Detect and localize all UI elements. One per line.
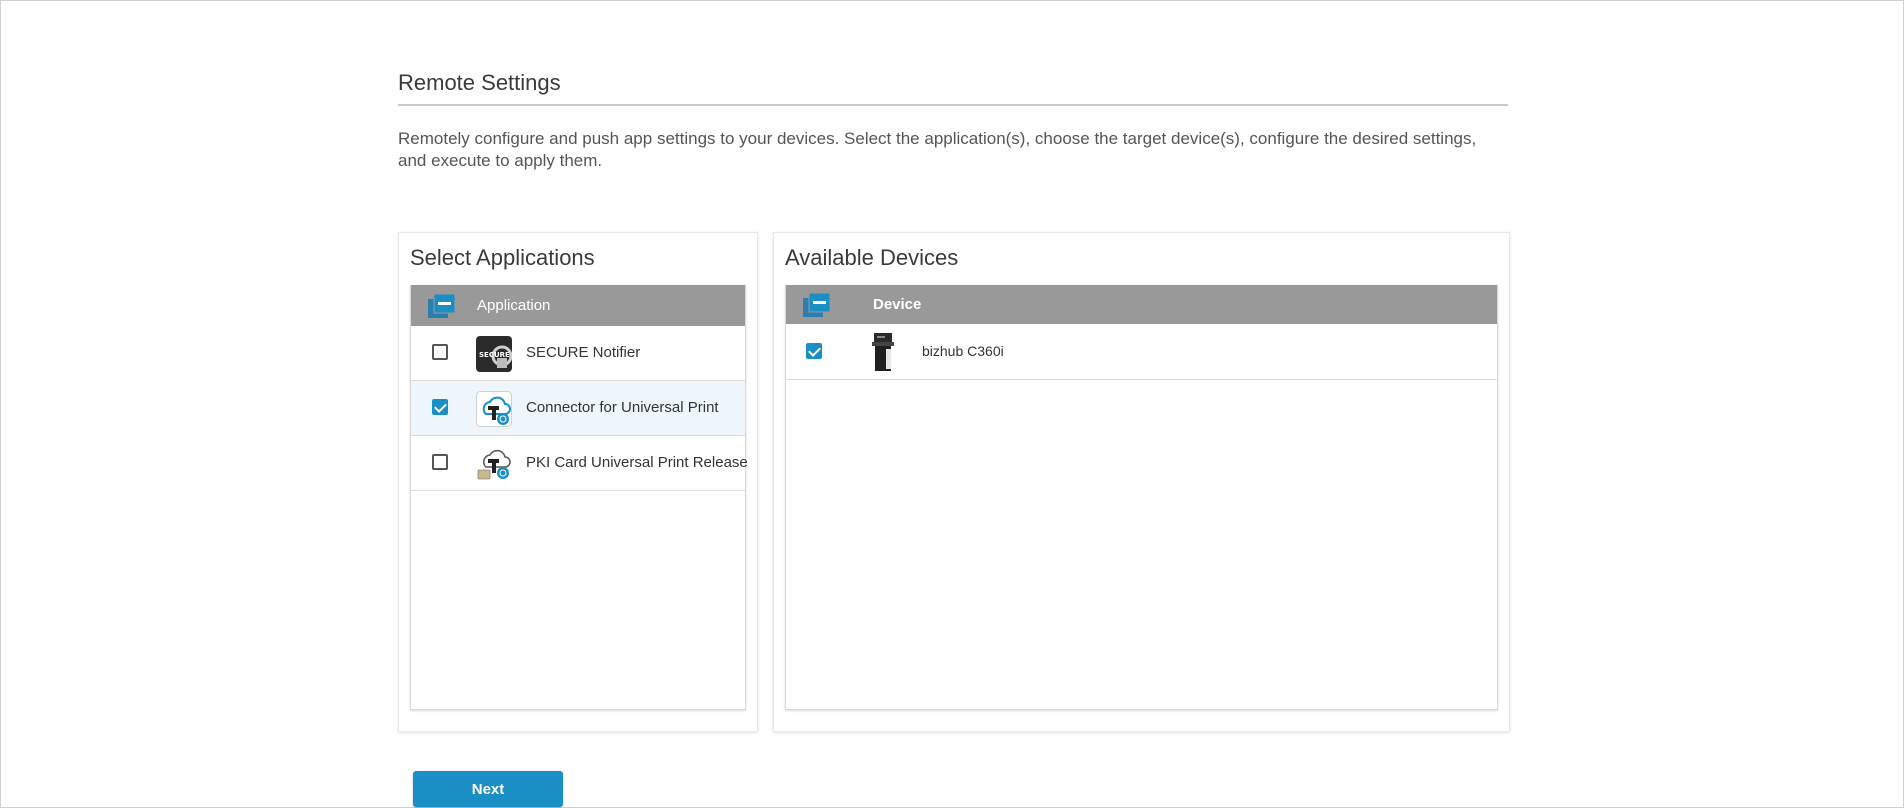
available-devices-title: Available Devices	[785, 245, 959, 270]
universal-print-connector-icon	[476, 391, 512, 427]
applications-table-header: Application	[411, 285, 745, 326]
device-row-bizhub-c360i[interactable]: bizhub C360i	[786, 324, 1497, 380]
deselect-all-applications-icon[interactable]	[428, 294, 455, 318]
devices-table-header: Device	[786, 285, 1497, 324]
application-name: SECURE Notifier	[526, 344, 641, 361]
secure-icon-label: SECURE	[479, 351, 510, 359]
application-column-header[interactable]: Application	[477, 285, 550, 326]
application-name: PKI Card Universal Print Release	[526, 454, 748, 471]
device-name: bizhub C360i	[922, 343, 1004, 359]
applications-table: Application SECURE SECURE Notifier Conne…	[410, 285, 748, 710]
application-name: Connector for Universal Print	[526, 399, 719, 416]
application-row-universal-print-connector[interactable]: Connector for Universal Print	[411, 381, 745, 436]
pki-card-print-release-icon	[477, 449, 511, 480]
application-row-secure-notifier[interactable]: SECURE SECURE Notifier	[411, 326, 745, 381]
deselect-all-devices-icon[interactable]	[803, 293, 830, 317]
available-devices-panel: Available Devices Device bizhub C360i	[773, 232, 1510, 732]
devices-table: Device bizhub C360i	[785, 285, 1498, 710]
select-applications-panel: Select Applications Application SECURE S…	[398, 232, 758, 732]
device-checkbox-checked[interactable]	[806, 343, 822, 359]
device-column-header[interactable]: Device	[873, 285, 921, 324]
title-divider	[398, 104, 1508, 106]
secure-notifier-icon: SECURE	[476, 336, 512, 372]
page-title: Remote Settings	[398, 70, 561, 95]
printer-device-icon	[872, 333, 894, 371]
page-description: Remotely configure and push app settings…	[398, 129, 1477, 170]
next-button[interactable]: Next	[413, 771, 563, 807]
application-checkbox[interactable]	[432, 454, 448, 470]
select-applications-title: Select Applications	[410, 245, 595, 270]
application-checkbox-checked[interactable]	[432, 399, 448, 415]
application-checkbox[interactable]	[432, 344, 448, 360]
application-row-pki-card-print-release[interactable]: PKI Card Universal Print Release	[411, 436, 748, 491]
